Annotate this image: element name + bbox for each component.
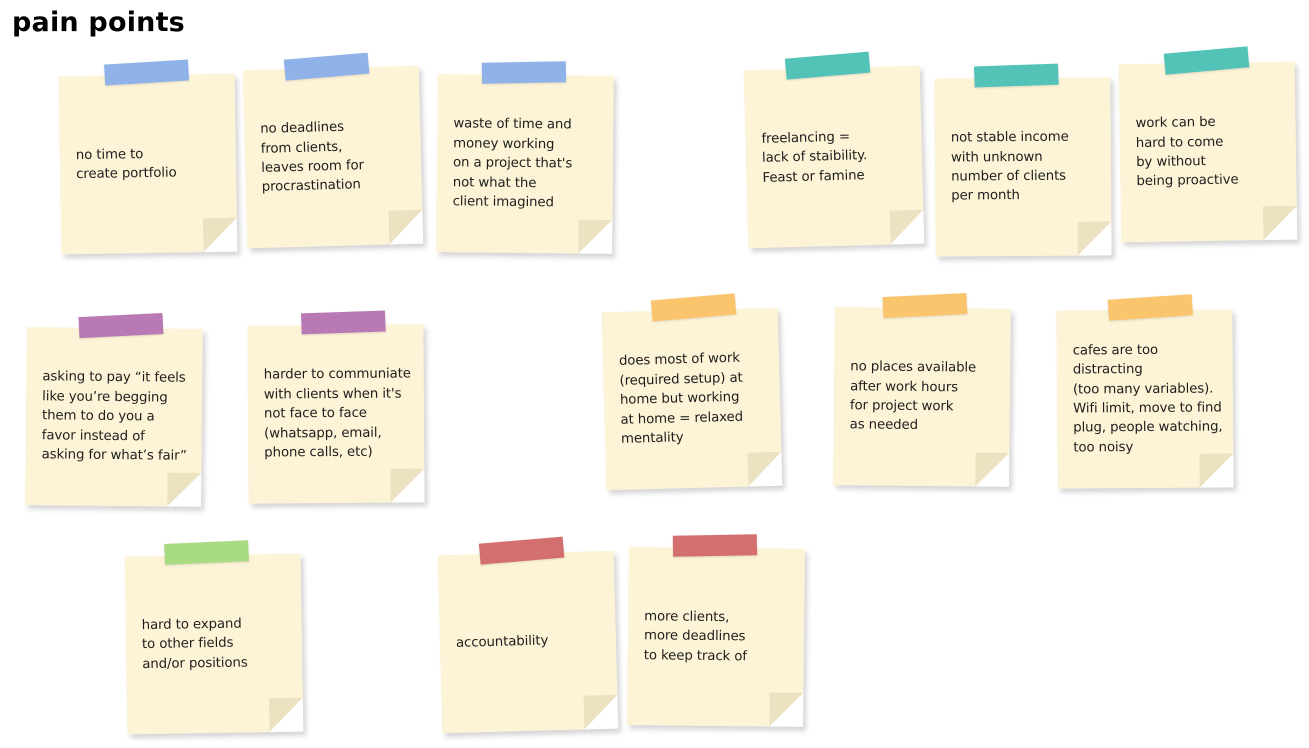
sticky-note-paper: hard to expand to other fields and/or po…: [124, 553, 304, 735]
sticky-note-board: pain points no time to create portfolio n…: [0, 0, 1309, 748]
tape-strip-green: [164, 540, 249, 565]
sticky-note[interactable]: does most of work (required setup) at ho…: [601, 293, 783, 491]
sticky-note-paper: no time to create portfolio: [58, 73, 238, 255]
sticky-note-paper: asking to pay “it feels like you’re begg…: [25, 327, 203, 507]
sticky-note-paper: work can be hard to come by without bein…: [1118, 61, 1298, 243]
sticky-note-paper: no places available after work hours for…: [833, 307, 1011, 487]
sticky-note-paper: more clients, more deadlines to keep tra…: [627, 547, 805, 727]
tape-strip-red: [672, 534, 758, 557]
sticky-note-text: hard to expand to other fields and/or po…: [141, 616, 248, 672]
page-title: pain points: [12, 7, 185, 38]
sticky-note[interactable]: accountability: [437, 536, 619, 734]
sticky-note[interactable]: hard to expand to other fields and/or po…: [124, 540, 304, 735]
sticky-note-text: asking to pay “it feels like you’re begg…: [41, 369, 187, 464]
sticky-note[interactable]: freelancing = lack of staibility. Feast …: [743, 51, 925, 249]
tape-strip-orange: [882, 292, 968, 319]
sticky-note-paper: not stable income with unknown number of…: [934, 77, 1112, 257]
tape-strip-purple: [78, 313, 164, 339]
sticky-note-text: no time to create portfolio: [75, 146, 177, 183]
sticky-note-paper: does most of work (required setup) at ho…: [601, 307, 783, 491]
sticky-note[interactable]: cafes are too distracting (too many vari…: [1056, 294, 1234, 489]
sticky-note[interactable]: work can be hard to come by without bein…: [1118, 46, 1298, 243]
sticky-note-text: work can be hard to come by without bein…: [1135, 115, 1239, 190]
sticky-note[interactable]: no time to create portfolio: [58, 59, 238, 255]
tape-strip-purple: [301, 310, 386, 335]
sticky-note-paper: cafes are too distracting (too many vari…: [1056, 309, 1234, 489]
sticky-note-text: not stable income with unknown number of…: [950, 129, 1069, 204]
sticky-note-text: freelancing = lack of staibility. Feast …: [761, 129, 868, 186]
sticky-note-paper: accountability: [437, 550, 619, 734]
sticky-note-text: more clients, more deadlines to keep tra…: [643, 609, 748, 665]
tape-strip-teal: [974, 63, 1059, 88]
sticky-note[interactable]: harder to communiate with clients when i…: [247, 310, 425, 504]
sticky-note[interactable]: more clients, more deadlines to keep tra…: [627, 534, 805, 727]
tape-strip-blue: [481, 61, 567, 84]
sticky-note-paper: freelancing = lack of staibility. Feast …: [743, 65, 925, 249]
sticky-note[interactable]: no deadlines from clients, leaves room f…: [242, 52, 424, 249]
sticky-note-text: cafes are too distracting (too many vari…: [1072, 342, 1223, 456]
sticky-note-text: accountability: [455, 633, 549, 652]
sticky-note[interactable]: waste of time and money working on a pro…: [436, 61, 614, 254]
sticky-note-text: waste of time and money working on a pro…: [452, 116, 573, 211]
sticky-note[interactable]: not stable income with unknown number of…: [934, 63, 1112, 257]
sticky-note-text: harder to communiate with clients when i…: [263, 366, 411, 461]
sticky-note-paper: harder to communiate with clients when i…: [247, 324, 425, 504]
sticky-note-paper: waste of time and money working on a pro…: [436, 74, 614, 254]
sticky-note[interactable]: no places available after work hours for…: [833, 292, 1011, 487]
sticky-note-text: no deadlines from clients, leaves room f…: [260, 119, 365, 196]
sticky-note-text: does most of work (required setup) at ho…: [618, 351, 744, 447]
sticky-note-paper: no deadlines from clients, leaves room f…: [242, 65, 424, 249]
sticky-note[interactable]: asking to pay “it feels like you’re begg…: [25, 313, 203, 507]
sticky-note-text: no places available after work hours for…: [849, 359, 977, 434]
